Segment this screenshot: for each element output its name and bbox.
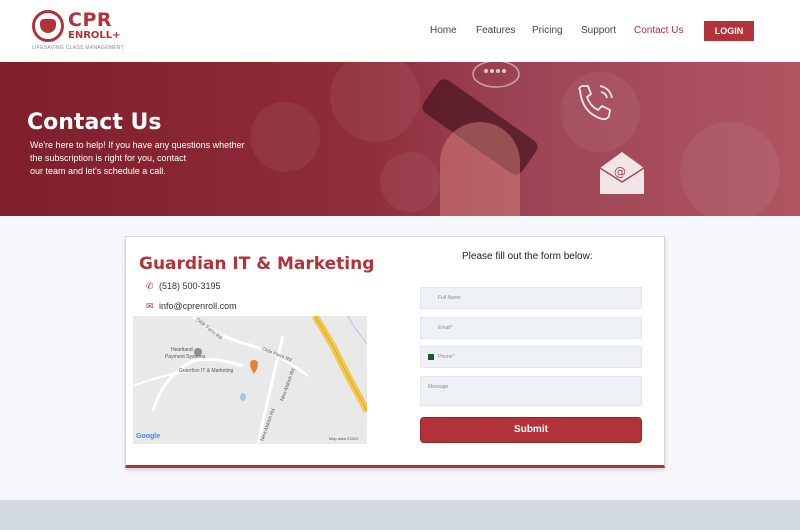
hero-text-line-1: We're here to help! If you have any ques… [30,140,245,150]
location-map[interactable]: Heartland Payment Systems Guardian IT & … [133,316,367,444]
logo-name: CPR [68,9,112,31]
hero-banner: @ Contact Us We're here to help! If you … [0,62,800,216]
hero-text-line-2: the subscription is right for you, conta… [30,153,187,163]
map-label-payment: Payment Systems [165,354,206,360]
form-title: Please fill out the form below: [462,251,593,262]
message-field[interactable]: Message [420,376,642,406]
login-button[interactable]: LOGIN [704,21,754,41]
google-logo[interactable]: Google [136,433,160,440]
hand-image [440,122,520,216]
full-name-field[interactable]: Full Name [420,287,642,309]
hero-text-line-3: our team and let's schedule a call. [30,166,166,176]
email-field[interactable]: Email* [420,317,642,339]
nav-pricing[interactable]: Pricing [532,25,563,36]
phone-row[interactable]: ✆ (518) 500-3195 [146,281,221,292]
map-label-heartland: Heartland [171,347,193,353]
contact-card: Guardian IT & Marketing ✆ (518) 500-3195 … [125,236,665,468]
footer [0,500,800,530]
nav-contact-us[interactable]: Contact Us [634,25,683,36]
heart-logo-icon [32,10,64,42]
logo-sub: ENROLL+ [68,30,121,41]
logo[interactable]: CPR ENROLL+ LIFESAVING CLASS MANAGEMENT [32,9,125,54]
nav-features[interactable]: Features [476,25,515,36]
submit-button[interactable]: Submit [420,417,642,443]
country-flag-icon[interactable] [426,354,434,360]
site-header: CPR ENROLL+ LIFESAVING CLASS MANAGEMENT … [0,0,800,62]
chat-bubble-icon [472,62,520,88]
phone-number: (518) 500-3195 [159,281,221,291]
nav-support[interactable]: Support [581,25,616,36]
logo-tagline: LIFESAVING CLASS MANAGEMENT [32,45,125,51]
map-label-guardian: Guardian IT & Marketing [179,368,234,374]
phone-placeholder: Phone* [438,354,455,360]
page-title: Contact Us [27,110,162,135]
phone-call-icon [578,85,613,121]
phone-icon: ✆ [146,281,154,291]
map-pin-icon [250,360,258,374]
company-name: Guardian IT & Marketing [139,254,375,274]
email-envelope-icon: @ [599,152,645,194]
map-roads [133,316,367,444]
envelope-icon: ✉ [146,301,154,311]
map-data-attribution[interactable]: Map data ©2022 [329,436,359,441]
svg-text:@: @ [614,165,626,179]
nav-home[interactable]: Home [430,25,457,36]
phone-field[interactable]: Phone* [420,346,642,368]
email-row[interactable]: ✉ info@cprenroll.com [146,301,237,312]
email-address: info@cprenroll.com [159,301,237,311]
